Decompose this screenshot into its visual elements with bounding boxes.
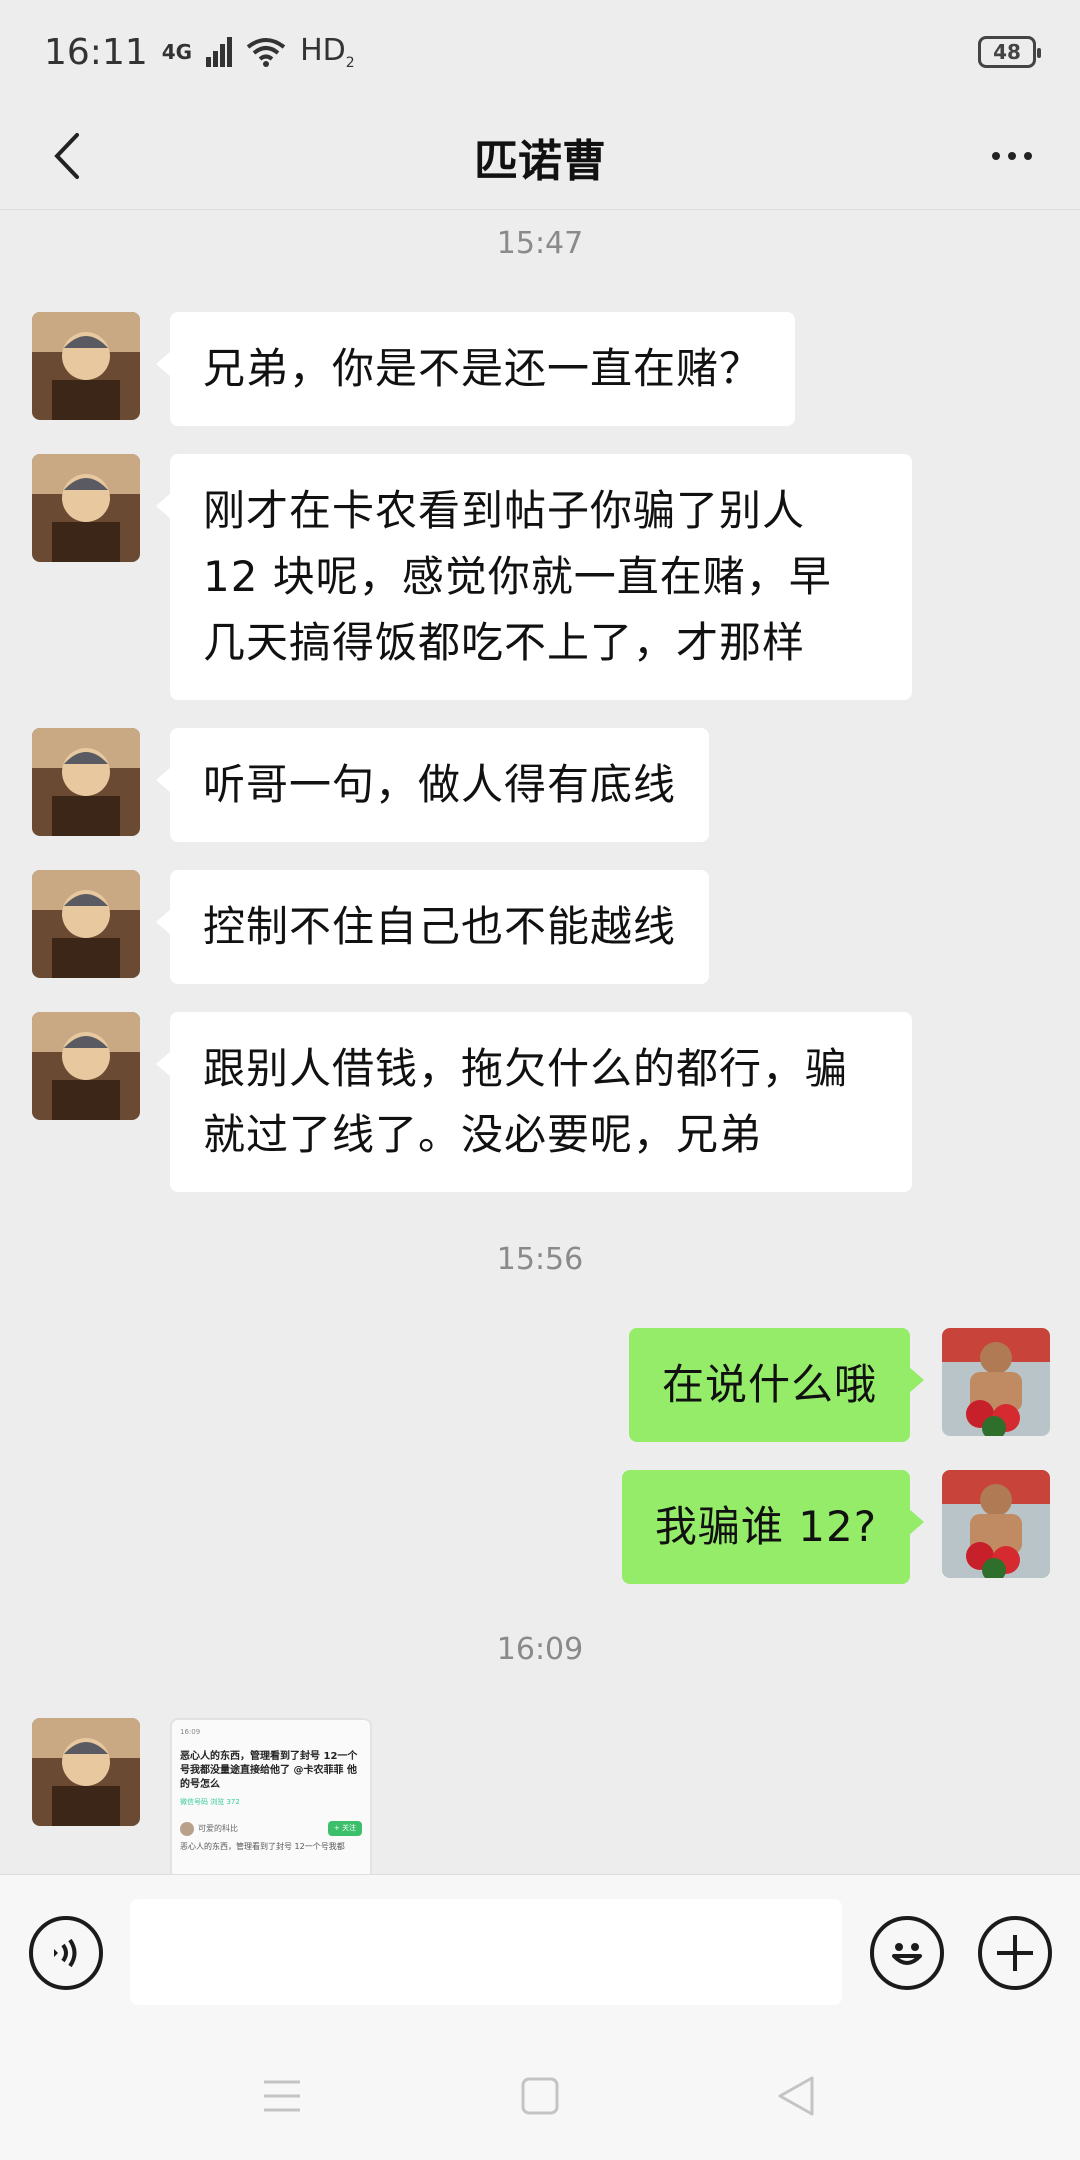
message-line: 12 块呢，感觉你就一直在赌，早 — [203, 552, 832, 601]
thumb-tags: 微信号码 浏览 372 — [180, 1798, 240, 1806]
message-bubble-incoming[interactable]: 控制不住自己也不能越线 — [155, 870, 710, 984]
message-line: 几天搞得饭都吃不上了，才那样 — [203, 618, 806, 667]
message-row-incoming: 控制不住自己也不能越线 — [0, 870, 1080, 984]
message-row-incoming: 跟别人借钱，拖欠什么的都行，骗 就过了线了。没必要呢，兄弟 — [0, 1012, 1080, 1192]
timestamp: 15:47 — [496, 226, 584, 261]
home-icon[interactable] — [510, 2066, 570, 2126]
status-left: 16:11 4G HD2 — [44, 32, 355, 73]
message-input-bar — [0, 1874, 1080, 2030]
network-label: 4G — [161, 40, 193, 64]
contact-avatar[interactable] — [32, 1012, 140, 1120]
message-line: 刚才在卡农看到帖子你骗了别人 — [203, 486, 806, 535]
message-bubble-incoming[interactable]: 兄弟，你是不是还一直在赌？ — [155, 312, 796, 426]
message-line: 跟别人借钱，拖欠什么的都行，骗 — [203, 1044, 849, 1093]
battery-icon: 48 — [978, 36, 1041, 68]
message-row-outgoing: 我骗谁 12? — [0, 1470, 1080, 1584]
thumb-status: 16:09 — [180, 1728, 201, 1736]
contact-avatar[interactable] — [32, 728, 140, 836]
thumb-user: 可爱的科比 — [198, 1824, 238, 1833]
thumb-follow: + 关注 — [327, 1821, 362, 1836]
back-triangle-icon[interactable] — [766, 2066, 826, 2126]
image-message-thumbnail[interactable]: 16:09 恶心人的东西，管理看到了封号 12一个号我都没量途直接给他了 @卡农… — [170, 1718, 372, 1874]
message-bubble-outgoing[interactable]: 在说什么哦 — [628, 1328, 925, 1442]
message-line: 就过了线了。没必要呢，兄弟 — [203, 1110, 763, 1159]
contact-avatar[interactable] — [32, 454, 140, 562]
thumb-body: 恶心人的东西，管理看到了封号 12一个号我都 — [180, 1842, 345, 1851]
thumb-user-row: 可爱的科比 + 关注 — [180, 1821, 362, 1836]
message-bubble-incoming[interactable]: 跟别人借钱，拖欠什么的都行，骗 就过了线了。没必要呢，兄弟 — [156, 1012, 912, 1192]
message-row-incoming: 听哥一句，做人得有底线 — [0, 728, 1080, 842]
chat-title: 匹诺曹 — [474, 135, 606, 187]
battery-level: 48 — [993, 40, 1021, 64]
network-indicator: 4G — [162, 42, 192, 62]
message-bubble-incoming[interactable]: 听哥一句，做人得有底线 — [155, 728, 710, 842]
status-bar: 16:11 4G HD2 48 — [0, 0, 1080, 104]
thumb-title: 恶心人的东西，管理看到了封号 12一个号我都没量途直接给他了 @卡农菲菲 他的号… — [180, 1751, 358, 1790]
timestamp: 15:56 — [496, 1242, 584, 1277]
contact-avatar[interactable] — [32, 312, 140, 420]
timestamp: 16:09 — [496, 1632, 584, 1667]
contact-avatar[interactable] — [32, 1718, 140, 1826]
chat-header: 匹诺曹 — [0, 104, 1080, 210]
message-row-outgoing: 在说什么哦 — [0, 1328, 1080, 1442]
message-bubble-outgoing[interactable]: 我骗谁 12? — [621, 1470, 925, 1584]
emoji-icon[interactable] — [870, 1916, 944, 1990]
message-row-incoming: 兄弟，你是不是还一直在赌？ — [0, 312, 1080, 426]
thumb-avatar — [180, 1821, 194, 1836]
hd-sub: 2 — [345, 55, 355, 71]
more-dots-icon[interactable] — [980, 126, 1044, 186]
chat-message-list[interactable]: 15:47 兄弟，你是不是还一直在赌？ 刚才在卡农看到帖子你骗了别人 12 块呢… — [0, 210, 1080, 1874]
plus-icon[interactable] — [978, 1916, 1052, 1990]
my-avatar[interactable] — [942, 1328, 1050, 1436]
back-arrow-icon[interactable] — [36, 126, 96, 186]
voice-icon[interactable] — [29, 1916, 103, 1990]
message-bubble-incoming[interactable]: 刚才在卡农看到帖子你骗了别人 12 块呢，感觉你就一直在赌，早 几天搞得饭都吃不… — [156, 454, 912, 700]
message-text-input[interactable] — [130, 1899, 842, 2005]
my-avatar[interactable] — [942, 1470, 1050, 1578]
wifi-icon — [246, 38, 286, 67]
hd-label: HD2 — [300, 33, 355, 71]
message-row-incoming: 16:09 恶心人的东西，管理看到了封号 12一个号我都没量途直接给他了 @卡农… — [0, 1718, 1080, 1874]
contact-avatar[interactable] — [32, 870, 140, 978]
signal-icon — [206, 37, 233, 67]
hd-text: HD — [300, 33, 346, 68]
message-row-incoming: 刚才在卡农看到帖子你骗了别人 12 块呢，感觉你就一直在赌，早 几天搞得饭都吃不… — [0, 454, 1080, 700]
menu-icon[interactable] — [252, 2066, 312, 2126]
status-time: 16:11 — [44, 31, 148, 73]
system-navigation-bar — [0, 2030, 1080, 2160]
